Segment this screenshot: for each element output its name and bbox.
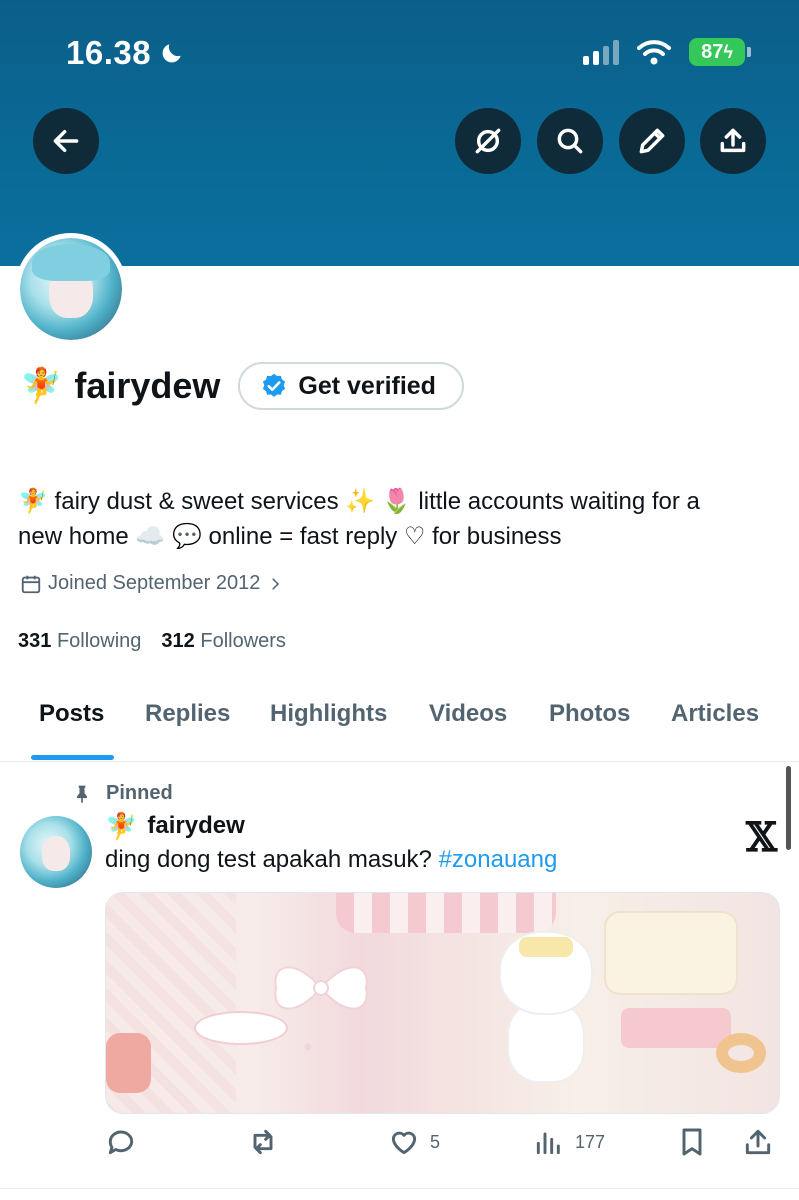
get-verified-button[interactable]: Get verified [238,362,464,410]
share-icon [745,1129,771,1155]
bookmark-button[interactable] [676,1126,708,1158]
bio-line-1: 🧚 fairy dust & sweet services ✨ 🌷 little… [18,488,700,515]
profile-tabs: Posts Replies Highlights Videos Photos A… [0,690,799,762]
reply-button[interactable] [105,1126,137,1158]
pinned-label: Pinned [106,782,173,804]
media-sofa [606,913,736,993]
pin-icon [77,785,87,803]
back-button[interactable] [33,108,99,174]
reply-icon [108,1130,134,1155]
status-indicators: 87 ϟ [583,38,751,66]
battery-indicator: 87 ϟ [689,38,751,66]
arrow-left-icon [53,129,79,153]
display-name: fairydew [74,365,221,406]
share-icon [720,128,746,153]
post-author[interactable]: 🧚 fairydew [105,812,245,840]
avatar-image [20,238,122,340]
media-awning [336,893,556,933]
bio-line-2: new home ☁️ 💬 online = fast reply ♡ for … [18,523,562,550]
follow-stats: 331 Following 312 Followers [18,630,286,653]
x-logo-icon: 𝕏 [745,814,777,861]
fairy-emoji-icon: 🧚 [20,367,63,405]
post-body: ding dong test apakah masuk? [105,846,439,873]
followers-link[interactable]: 312 Followers [161,630,286,653]
post-text: ding dong test apakah masuk? #zonauang [105,846,557,874]
media-donut [716,1033,766,1073]
wifi-icon [637,40,671,65]
joined-text: Joined September 2012 [48,572,261,594]
plush-body [509,1003,583,1081]
post-hashtag[interactable]: #zonauang [439,846,558,873]
post-author-name: fairydew [147,812,245,839]
bookmark-icon [682,1128,702,1156]
share-button[interactable] [700,108,766,174]
repost-button[interactable] [247,1126,279,1158]
cellular-signal-icon [583,39,619,65]
pinned-indicator: Pinned [72,782,173,805]
tab-posts[interactable]: Posts [39,700,104,728]
moon-icon [162,44,181,63]
calendar-icon [21,575,41,593]
like-button[interactable]: 5 [388,1126,440,1158]
post-media-image[interactable] [105,892,780,1114]
heart-icon [391,1131,417,1155]
followers-label: Followers [200,630,286,652]
profile-name-row: 🧚 fairydew Get verified [20,362,464,410]
active-tab-indicator [31,755,114,760]
battery-level: 87 [701,40,724,63]
search-button[interactable] [537,108,603,174]
tab-highlights[interactable]: Highlights [270,700,387,728]
like-count: 5 [430,1131,441,1152]
tab-replies[interactable]: Replies [145,700,230,728]
profile-bio: 🧚 fairy dust & sweet services ✨ 🌷 little… [18,484,778,554]
edit-icon [639,128,665,154]
media-plush-toy [491,933,601,1083]
grok-icon [475,128,501,154]
following-label: Following [56,630,142,652]
tab-videos[interactable]: Videos [429,700,507,728]
fairy-emoji-icon: 🧚 [105,811,138,841]
view-count: 177 [575,1131,606,1152]
search-icon [557,128,583,154]
profile-avatar[interactable] [15,233,127,345]
analytics-icon [536,1132,560,1155]
grok-button[interactable] [455,108,521,174]
status-time-text: 16.38 [66,34,152,71]
tab-photos[interactable]: Photos [549,700,630,728]
edit-button[interactable] [619,108,685,174]
status-time: 16.38 [66,34,185,72]
media-phone-prop [106,1033,151,1093]
media-bow [274,966,368,1010]
post-share-button[interactable] [742,1126,774,1158]
following-link[interactable]: 331 Following [18,630,141,653]
get-verified-label: Get verified [298,371,436,400]
media-table [196,1013,286,1043]
chevron-right-icon [272,577,280,590]
plush-hat [519,937,573,957]
repost-icon [253,1129,273,1155]
joined-date[interactable]: Joined September 2012 [20,572,284,595]
tab-articles[interactable]: Articles [671,700,759,728]
verified-badge-icon [263,373,286,397]
views-button[interactable]: 177 [533,1126,605,1158]
media-pink-table [621,1008,731,1048]
following-count: 331 [18,630,52,652]
post-actions: 5 177 [105,1126,780,1166]
followers-count: 312 [161,630,195,652]
post-divider [0,1188,799,1189]
post-author-avatar[interactable] [20,816,92,888]
scrollbar[interactable] [786,766,791,850]
